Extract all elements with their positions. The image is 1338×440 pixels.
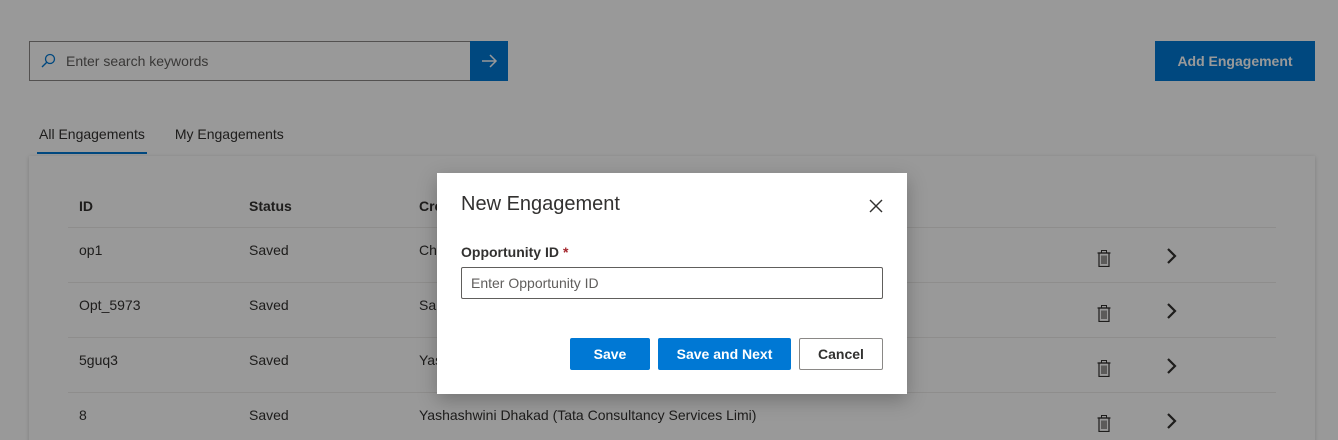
opportunity-id-label-text: Opportunity ID — [461, 244, 559, 260]
required-marker: * — [563, 244, 569, 260]
close-icon[interactable] — [865, 195, 887, 217]
opportunity-id-label: Opportunity ID * — [461, 244, 568, 260]
new-engagement-dialog: New Engagement Opportunity ID* Save Save… — [437, 173, 907, 394]
opportunity-id-input[interactable] — [461, 267, 883, 299]
dialog-title: New Engagement — [461, 193, 620, 215]
save-button[interactable]: Save — [570, 338, 650, 370]
cancel-button[interactable]: Cancel — [799, 338, 883, 370]
save-and-next-button[interactable]: Save and Next — [658, 338, 791, 370]
